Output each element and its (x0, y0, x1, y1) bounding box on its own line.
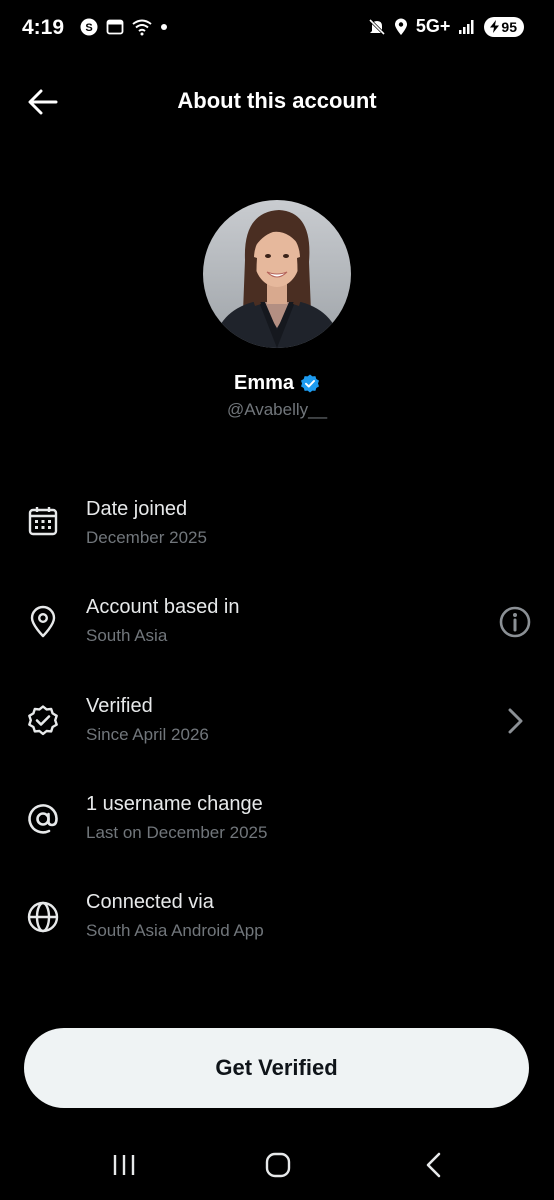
profile-name-row: Emma (0, 372, 554, 395)
info-row-date-joined: Date joined December 2025 (0, 498, 554, 578)
row-subtitle: Last on December 2025 (86, 823, 268, 842)
dot-icon (161, 24, 167, 30)
row-title: Account based in (86, 596, 240, 618)
row-subtitle: South Asia Android App (86, 921, 264, 940)
globe-icon (27, 901, 59, 933)
calendar-icon (28, 507, 58, 536)
location-pin-icon (30, 605, 56, 638)
recent-apps-icon (113, 1155, 135, 1175)
back-nav-button[interactable] (414, 1148, 454, 1182)
profile-photo (203, 200, 351, 348)
notification-icons: S (80, 18, 168, 36)
row-title: Connected via (86, 891, 214, 913)
row-subtitle: South Asia (86, 626, 168, 645)
svg-text:S: S (85, 22, 92, 34)
avatar[interactable] (203, 200, 351, 348)
back-nav-icon (426, 1152, 441, 1178)
row-title: Date joined (86, 498, 188, 520)
info-row-username-change: 1 username change Last on December 2025 (0, 793, 554, 873)
wifi-icon (132, 19, 152, 36)
get-verified-button[interactable]: Get Verified (24, 1028, 529, 1108)
chevron-right-icon[interactable] (498, 704, 532, 738)
signal-icon (459, 19, 474, 34)
verified-outline-icon (28, 705, 58, 736)
at-sign-icon (28, 804, 58, 834)
app-header: About this account (0, 76, 554, 128)
row-title: Verified (86, 695, 153, 717)
location-status-icon (394, 18, 407, 35)
recent-apps-button[interactable] (104, 1148, 144, 1182)
row-subtitle: Since April 2026 (86, 725, 209, 744)
page-title: About this account (177, 88, 377, 113)
battery-level: 95 (501, 18, 517, 35)
row-subtitle: December 2025 (86, 528, 207, 547)
status-time: 4:19 (22, 16, 65, 39)
charging-bolt-icon (490, 20, 500, 33)
mute-icon (368, 18, 385, 35)
profile-handle: @Avabelly__ (226, 400, 328, 419)
info-row-connected-via: Connected via South Asia Android App (0, 891, 554, 946)
info-row-account-based-in: Account based in South Asia (0, 596, 554, 676)
home-icon (265, 1152, 291, 1178)
row-title: 1 username change (86, 793, 263, 815)
shazam-icon: S (80, 18, 98, 36)
network-label: 5G+ (415, 16, 451, 36)
home-button[interactable] (258, 1148, 298, 1182)
status-bar: 4:19 S 5G+ 95 (0, 0, 554, 56)
verified-badge-icon (301, 374, 320, 392)
info-row-verified[interactable]: Verified Since April 2026 (0, 695, 554, 775)
profile-name: Emma (233, 372, 295, 394)
info-icon[interactable] (498, 605, 532, 639)
calendar-notif-icon (106, 19, 124, 35)
system-nav-bar (0, 1130, 554, 1200)
battery-indicator: 95 (484, 16, 524, 37)
